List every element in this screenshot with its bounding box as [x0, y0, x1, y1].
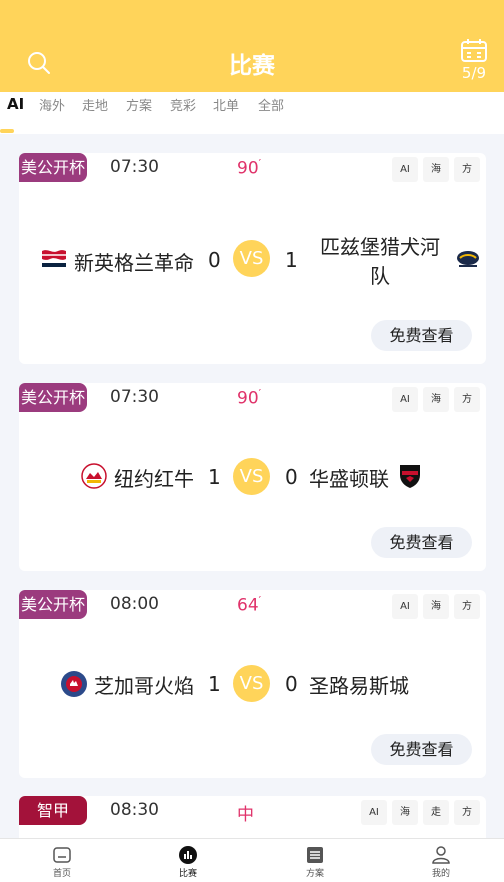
nav-me-label: 我的 — [431, 869, 450, 879]
tab-plans[interactable]: 方案 — [126, 95, 152, 114]
tab-overseas[interactable]: 海外 — [39, 95, 65, 114]
page-title: 比赛 — [229, 53, 275, 79]
chip-ai[interactable]: AI — [392, 594, 418, 619]
home-team-logo — [61, 671, 87, 697]
away-team-logo — [457, 251, 479, 267]
match-minute: 90′ — [237, 157, 262, 179]
tag-chips: AI 海 方 — [392, 387, 480, 412]
match-time: 07:30 — [110, 157, 159, 177]
date-label[interactable]: 5/9 — [452, 64, 496, 82]
match-time: 08:30 — [110, 800, 159, 820]
free-view-button[interactable]: 免费查看 — [371, 320, 472, 351]
home-score: 1 — [208, 672, 221, 696]
home-team-name: 芝加哥火焰 — [94, 674, 194, 698]
tab-live[interactable]: 走地 — [82, 95, 108, 114]
chip-plan[interactable]: 方 — [454, 800, 480, 825]
chip-plan[interactable]: 方 — [454, 594, 480, 619]
free-view-button[interactable]: 免费查看 — [371, 734, 472, 765]
league-badge: 美公开杯 — [19, 153, 87, 182]
away-team-name: 华盛顿联 — [309, 467, 389, 491]
match-time: 07:30 — [110, 387, 159, 407]
tab-beidan[interactable]: 北单 — [213, 95, 239, 114]
tag-chips: AI 海 走 方 — [361, 800, 480, 825]
free-view-button[interactable]: 免费查看 — [371, 527, 472, 558]
away-score: 0 — [285, 465, 298, 489]
tag-chips: AI 海 方 — [392, 157, 480, 182]
home-score: 1 — [208, 465, 221, 489]
list-icon — [307, 847, 323, 863]
vs-badge: VS — [233, 240, 270, 277]
calendar-icon[interactable] — [460, 39, 488, 63]
nav-me[interactable]: 我的 — [411, 839, 471, 879]
away-score: 1 — [285, 248, 298, 272]
nav-plans[interactable]: 方案 — [285, 839, 345, 879]
league-badge: 智甲 — [19, 796, 87, 825]
tag-chips: AI 海 方 — [392, 594, 480, 619]
chip-overseas[interactable]: 海 — [423, 157, 449, 182]
league-badge: 美公开杯 — [19, 383, 87, 412]
app-header: 比赛 5/9 — [0, 0, 504, 92]
match-minute: 中 — [237, 805, 254, 825]
match-minute: 90′ — [237, 387, 262, 409]
tab-all[interactable]: 全部 — [258, 95, 284, 114]
chip-overseas[interactable]: 海 — [392, 800, 418, 825]
filter-tabs: AI 海外 走地 方案 竞彩 北单 全部 — [0, 92, 504, 134]
bottom-nav: 首页 比赛 方案 我的 — [0, 838, 504, 882]
nav-match[interactable]: 比赛 — [158, 839, 218, 879]
match-time: 08:00 — [110, 594, 159, 614]
match-card[interactable]: 美公开杯 08:00 64′ AI 海 方 芝加哥火焰 1 VS 0 圣路易斯城… — [19, 590, 486, 778]
home-icon — [53, 847, 71, 863]
chip-plan[interactable]: 方 — [454, 157, 480, 182]
tab-ai[interactable]: AI — [7, 95, 24, 113]
chip-plan[interactable]: 方 — [454, 387, 480, 412]
vs-badge: VS — [233, 665, 270, 702]
match-card[interactable]: 美公开杯 07:30 90′ AI 海 方 新英格兰革命 0 VS 1 匹兹堡猎… — [19, 153, 486, 364]
chip-overseas[interactable]: 海 — [423, 594, 449, 619]
chip-ai[interactable]: AI — [392, 157, 418, 182]
chip-overseas[interactable]: 海 — [423, 387, 449, 412]
chip-ai[interactable]: AI — [392, 387, 418, 412]
away-score: 0 — [285, 672, 298, 696]
tab-jingcai[interactable]: 竞彩 — [170, 95, 196, 114]
league-badge: 美公开杯 — [19, 590, 87, 619]
nav-home[interactable]: 首页 — [32, 839, 92, 879]
nav-match-label: 比赛 — [178, 869, 197, 879]
home-team-logo — [42, 250, 66, 267]
vs-badge: VS — [233, 458, 270, 495]
chip-live[interactable]: 走 — [423, 800, 449, 825]
user-icon — [432, 846, 450, 864]
match-card[interactable]: 美公开杯 07:30 90′ AI 海 方 纽约红牛 1 VS 0 华盛顿联 免… — [19, 383, 486, 571]
away-team-name: 圣路易斯城 — [309, 674, 409, 698]
nav-plans-label: 方案 — [305, 869, 324, 879]
active-tab-indicator — [0, 129, 14, 133]
away-team-logo — [400, 465, 420, 488]
nav-home-label: 首页 — [52, 869, 71, 879]
home-score: 0 — [208, 248, 221, 272]
home-team-logo — [81, 463, 107, 489]
home-team-name: 纽约红牛 — [114, 467, 194, 491]
chip-ai[interactable]: AI — [361, 800, 387, 825]
away-team-name: 匹兹堡猎犬河队 — [320, 235, 440, 288]
match-minute: 64′ — [237, 594, 262, 616]
match-icon — [179, 846, 197, 864]
home-team-name: 新英格兰革命 — [74, 251, 194, 275]
